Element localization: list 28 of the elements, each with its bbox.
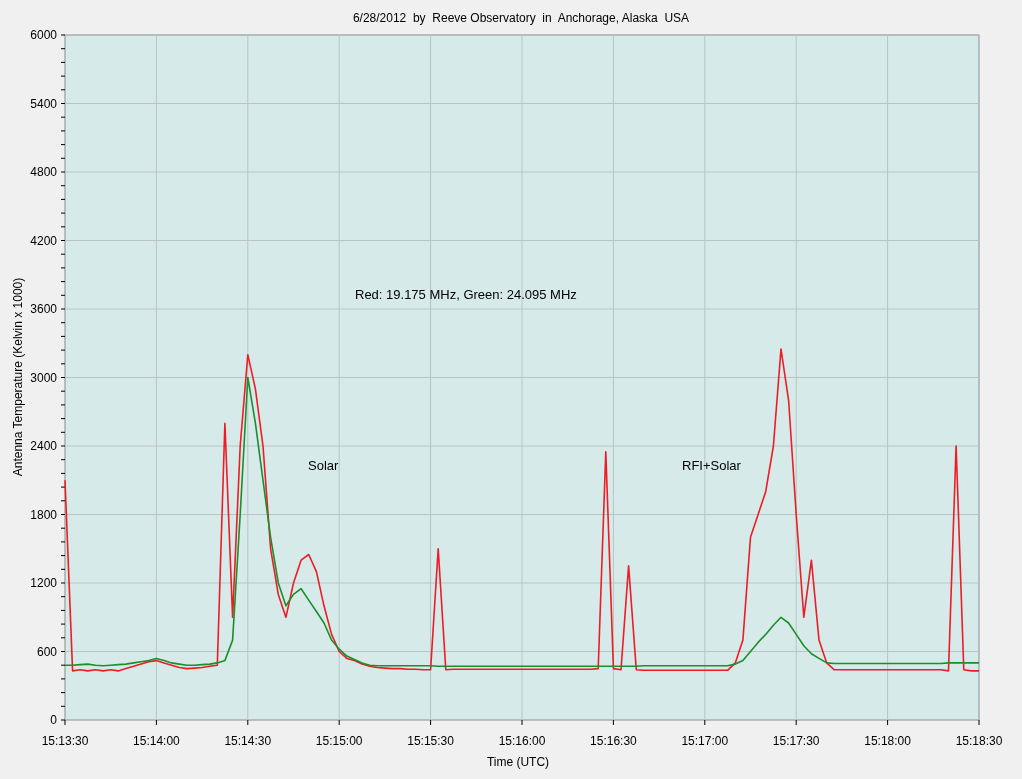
chart-annotation: Solar (308, 458, 339, 473)
axis-tick-label: 1200 (30, 576, 57, 590)
axis-tick-label: 4200 (30, 233, 57, 248)
axis-tick-label: 15:16:00 (498, 734, 546, 748)
axis-tick-label: 15:18:00 (864, 734, 911, 748)
axis-tick-label: 15:16:30 (590, 734, 637, 748)
axis-tick-label: 15:15:00 (315, 734, 363, 748)
axis-tick-label: 15:18:30 (955, 734, 1003, 748)
axis-tick-label: 3600 (30, 302, 57, 316)
axis-tick-label: 3000 (30, 370, 57, 385)
axis-tick-label: 15:15:30 (407, 734, 454, 748)
axis-tick-label: 0 (50, 713, 57, 727)
axis-tick-label: 2400 (30, 439, 57, 453)
axis-tick-label: 4800 (30, 165, 57, 179)
axis-tick-label: 600 (36, 644, 57, 659)
axis-tick-label: 15:17:00 (681, 734, 729, 748)
axis-tick-label: 15:13:30 (41, 734, 89, 748)
axis-tick-label: 5400 (30, 96, 57, 111)
axis-title: Time (UTC) (486, 755, 550, 769)
axis-tick-label: 15:14:00 (133, 734, 180, 748)
chart-title: 6/28/2012 by Reeve Observatory in Anchorage, Alaska USA (352, 11, 690, 25)
axis-tick-label: 15:17:30 (772, 734, 820, 748)
axis-tick-label: 6000 (30, 28, 57, 42)
axis-title: Antenna Temperature (Kelvin x 1000) (11, 277, 25, 477)
chart-annotation: Red: 19.175 MHz, Green: 24.095 MHz (355, 287, 577, 302)
axis-tick-label: 1800 (30, 507, 57, 522)
axis-tick-label: 15:14:30 (224, 734, 272, 748)
chart-annotation: RFI+Solar (682, 458, 741, 473)
